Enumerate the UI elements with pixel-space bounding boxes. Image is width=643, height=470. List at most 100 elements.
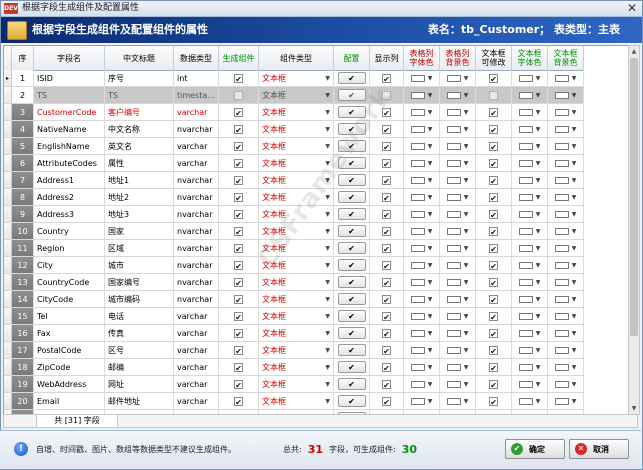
editable-checkbox[interactable]: ✔ — [489, 73, 498, 84]
generate-checkbox[interactable]: ✔ — [234, 328, 243, 339]
txt-bg-dropdown[interactable]: ▼ — [554, 329, 576, 337]
col-bg-dropdown[interactable]: ▼ — [446, 142, 468, 150]
field-name-cell[interactable]: Email — [34, 393, 105, 409]
field-name-cell[interactable]: City — [34, 257, 105, 273]
header-data-type[interactable]: 数据类型 — [174, 46, 219, 70]
field-name-cell[interactable]: NativeName — [34, 121, 105, 137]
editable-checkbox[interactable]: ✔ — [489, 209, 498, 220]
control-type-cell[interactable]: 文本框▼ — [259, 257, 334, 273]
col-bg-dropdown[interactable]: ▼ — [446, 125, 468, 133]
header-txt-font[interactable]: 文本框 字体色 — [512, 46, 548, 70]
col-font-dropdown[interactable]: ▼ — [410, 193, 432, 201]
col-bg-dropdown[interactable]: ▼ — [446, 193, 468, 201]
field-name-cell[interactable]: EnglishName — [34, 138, 105, 154]
header-control-type[interactable]: 组件类型 — [259, 46, 334, 70]
table-row[interactable]: 4 NativeName 中文名称 nvarchar ✔ 文本框 ▼ ✔ ✔ ▼ ▼ ✔ ▼ ▼ — [4, 121, 584, 138]
config-button[interactable]: ✔ — [337, 123, 366, 135]
txt-font-dropdown[interactable]: ▼ — [518, 159, 540, 167]
generate-checkbox[interactable]: ✔ — [234, 124, 243, 135]
show-col-checkbox[interactable]: ✔ — [382, 158, 391, 169]
txt-font-dropdown[interactable]: ▼ — [518, 210, 540, 218]
cn-title-cell[interactable]: 邮编 — [105, 359, 174, 375]
config-button[interactable]: ✔ — [337, 361, 366, 373]
col-bg-dropdown[interactable]: ▼ — [446, 346, 468, 354]
config-button[interactable]: ✔ — [337, 259, 366, 271]
cn-title-cell[interactable]: 网址 — [105, 376, 174, 392]
control-type-combo[interactable]: 文本框▼ — [262, 124, 333, 135]
txt-bg-dropdown[interactable]: ▼ — [554, 380, 576, 388]
control-type-cell[interactable]: 文本框▼ — [259, 274, 334, 290]
control-type-combo[interactable]: 文本框▼ — [262, 362, 333, 373]
txt-bg-dropdown[interactable]: ▼ — [554, 193, 576, 201]
table-row[interactable]: 20 Email 邮件地址 varchar ✔ 文本框 ▼ ✔ ✔ ▼ ▼ ✔ ▼ ▼ — [4, 393, 584, 410]
control-type-combo[interactable]: 文本框▼ — [262, 311, 333, 322]
txt-bg-dropdown[interactable]: ▼ — [554, 210, 576, 218]
show-col-checkbox[interactable]: ✔ — [382, 175, 391, 186]
show-col-checkbox[interactable]: ✔ — [382, 328, 391, 339]
txt-font-dropdown[interactable]: ▼ — [518, 312, 540, 320]
txt-bg-dropdown[interactable]: ▼ — [554, 363, 576, 371]
control-type-combo[interactable]: 文本框▼ — [262, 192, 333, 203]
cn-title-cell[interactable]: 电话 — [105, 308, 174, 324]
control-type-combo[interactable]: 文本框▼ — [262, 277, 333, 288]
field-name-cell[interactable]: Region — [34, 240, 105, 256]
editable-checkbox[interactable]: ✔ — [489, 277, 498, 288]
control-type-combo[interactable]: 文本框▼ — [262, 209, 333, 220]
txt-font-dropdown[interactable]: ▼ — [518, 244, 540, 252]
generate-checkbox[interactable]: ✔ — [234, 260, 243, 271]
table-row[interactable]: 10 Country 国家 nvarchar ✔ 文本框 ▼ ✔ ✔ ▼ ▼ ✔ ▼ ▼ — [4, 223, 584, 240]
field-name-cell[interactable]: Address3 — [34, 206, 105, 222]
txt-bg-dropdown[interactable]: ▼ — [554, 74, 576, 82]
generate-checkbox[interactable]: ✔ — [234, 107, 243, 118]
cn-title-cell[interactable]: TS — [105, 87, 174, 103]
show-col-checkbox[interactable]: ✔ — [382, 260, 391, 271]
control-type-cell[interactable]: 文本框▼ — [259, 240, 334, 256]
show-col-checkbox[interactable] — [382, 90, 391, 100]
cn-title-cell[interactable]: 属性 — [105, 155, 174, 171]
table-row[interactable]: 2 TS TS timesta... 文本框 ▼ ✔ ▼ ▼ ▼ ▼ — [4, 87, 584, 104]
table-row[interactable]: 3 CustomerCode 客户编号 varchar ✔ 文本框 ▼ ✔ ✔ ▼ ▼ ✔ ▼ ▼ — [4, 104, 584, 121]
editable-checkbox[interactable]: ✔ — [489, 396, 498, 407]
txt-font-dropdown[interactable]: ▼ — [518, 176, 540, 184]
col-font-dropdown[interactable]: ▼ — [410, 108, 432, 116]
config-button[interactable]: ✔ — [337, 344, 366, 356]
col-font-dropdown[interactable]: ▼ — [410, 244, 432, 252]
generate-checkbox[interactable]: ✔ — [234, 175, 243, 186]
editable-checkbox[interactable]: ✔ — [489, 107, 498, 118]
show-col-checkbox[interactable]: ✔ — [382, 345, 391, 356]
col-bg-dropdown[interactable]: ▼ — [446, 363, 468, 371]
control-type-combo[interactable]: 文本框▼ — [262, 158, 333, 169]
editable-checkbox[interactable]: ✔ — [489, 192, 498, 203]
col-bg-dropdown[interactable]: ▼ — [446, 312, 468, 320]
config-button[interactable]: ✔ — [337, 327, 366, 339]
control-type-cell[interactable]: 文本框▼ — [259, 359, 334, 375]
txt-font-dropdown[interactable]: ▼ — [518, 91, 540, 99]
txt-font-dropdown[interactable]: ▼ — [518, 363, 540, 371]
table-row[interactable]: 7 Address1 地址1 nvarchar ✔ 文本框 ▼ ✔ ✔ ▼ ▼ ✔ ▼ ▼ — [4, 172, 584, 189]
table-row[interactable]: 13 CountryCode 国家编号 nvarchar ✔ 文本框 ▼ ✔ ✔ ▼ ▼ ✔ ▼ ▼ — [4, 274, 584, 291]
generate-checkbox[interactable]: ✔ — [234, 379, 243, 390]
control-type-combo[interactable]: 文本框▼ — [262, 141, 333, 152]
field-name-cell[interactable]: TS — [34, 87, 105, 103]
txt-font-dropdown[interactable]: ▼ — [518, 295, 540, 303]
col-bg-dropdown[interactable]: ▼ — [446, 397, 468, 405]
txt-bg-dropdown[interactable]: ▼ — [554, 346, 576, 354]
col-font-dropdown[interactable]: ▼ — [410, 142, 432, 150]
config-button[interactable]: ✔ — [337, 276, 366, 288]
scroll-down-icon[interactable]: ▼ — [630, 404, 638, 413]
col-bg-dropdown[interactable]: ▼ — [446, 295, 468, 303]
table-row[interactable]: 17 PostalCode 区号 varchar ✔ 文本框 ▼ ✔ ✔ ▼ ▼ ✔ ▼ ▼ — [4, 342, 584, 359]
field-name-cell[interactable]: Address1 — [34, 172, 105, 188]
control-type-cell[interactable]: 文本框▼ — [259, 172, 334, 188]
show-col-checkbox[interactable]: ✔ — [382, 192, 391, 203]
cn-title-cell[interactable]: 地址2 — [105, 189, 174, 205]
generate-checkbox[interactable]: ✔ — [234, 243, 243, 254]
control-type-combo[interactable]: 文本框▼ — [262, 345, 333, 356]
header-cn-title[interactable]: 中文标题 — [105, 46, 174, 70]
col-bg-dropdown[interactable]: ▼ — [446, 176, 468, 184]
cn-title-cell[interactable]: 地址3 — [105, 206, 174, 222]
control-type-cell[interactable]: 文本框▼ — [259, 308, 334, 324]
col-bg-dropdown[interactable]: ▼ — [446, 159, 468, 167]
control-type-combo[interactable]: 文本框▼ — [262, 396, 333, 407]
show-col-checkbox[interactable]: ✔ — [382, 379, 391, 390]
